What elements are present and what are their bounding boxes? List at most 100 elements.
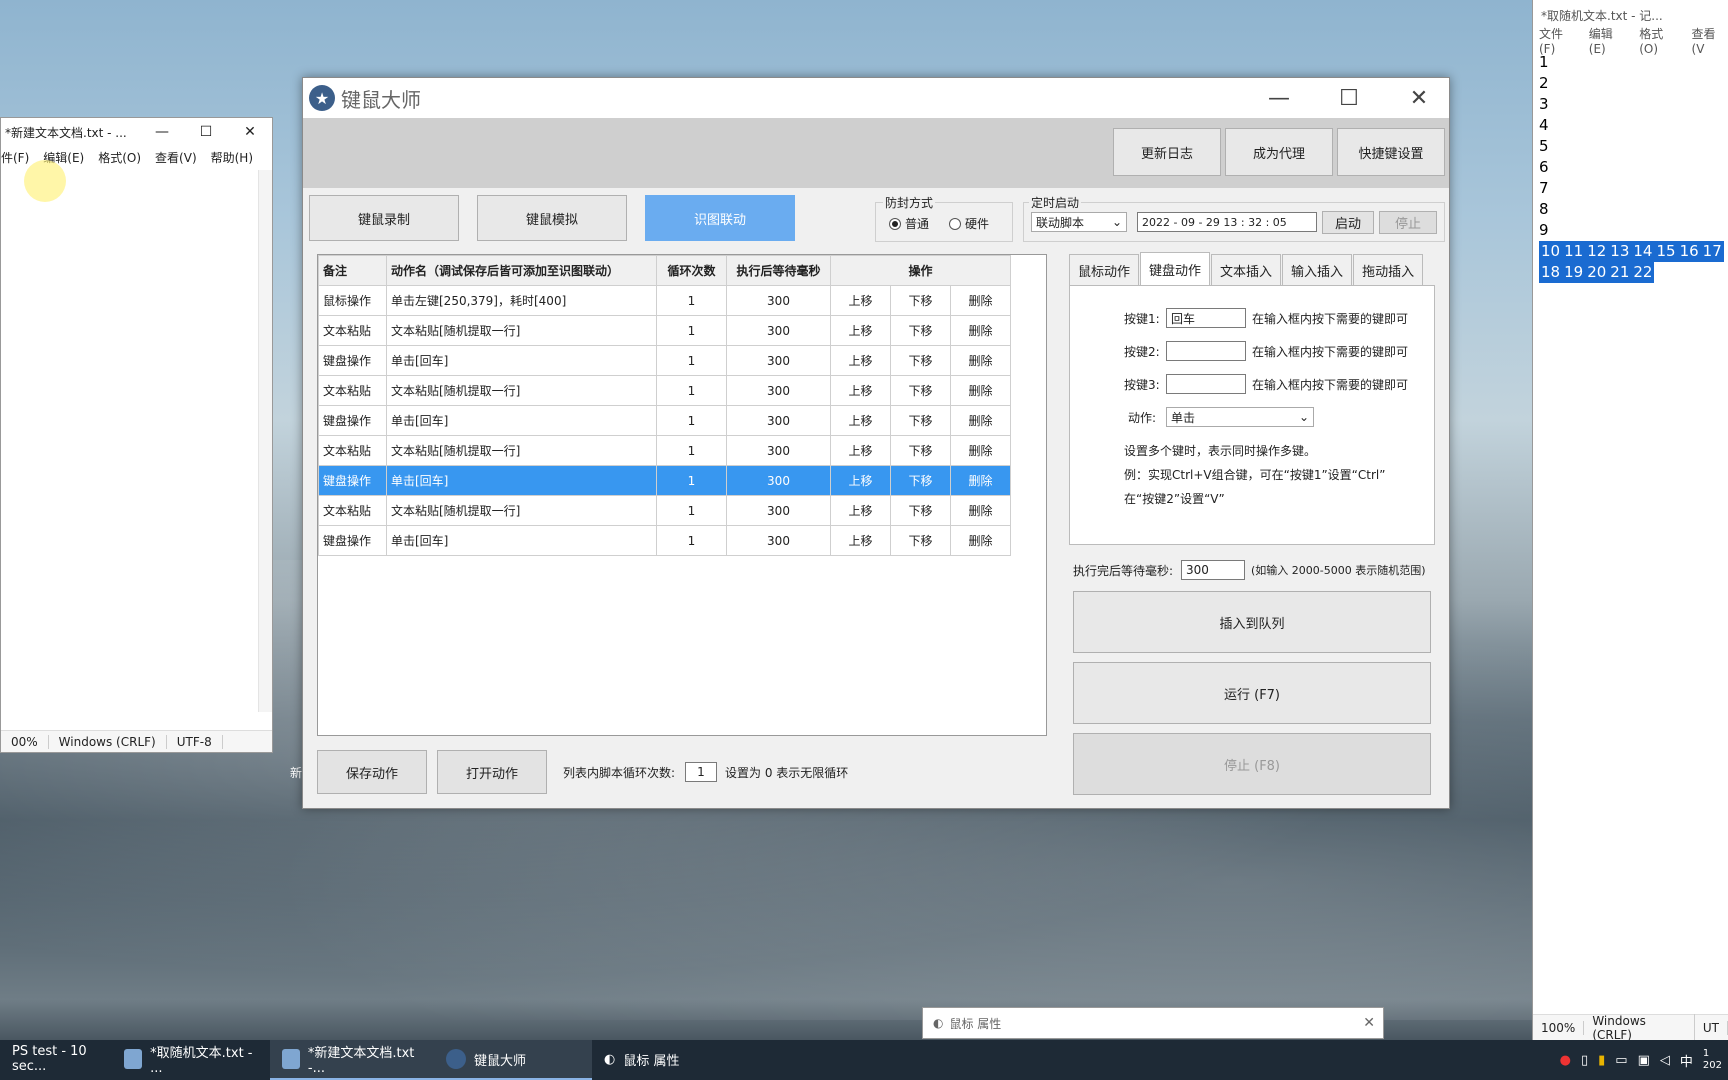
- move-down-button[interactable]: 下移: [890, 465, 951, 496]
- loop-count-input[interactable]: 1: [685, 762, 717, 782]
- delete-button[interactable]: 删除: [950, 345, 1011, 376]
- app-window[interactable]: ★ 键鼠大师 — ☐ ✕ 更新日志 成为代理 快捷键设置 键鼠录制 键鼠模拟 识…: [302, 77, 1450, 809]
- delete-button[interactable]: 删除: [950, 435, 1011, 466]
- move-up-button[interactable]: 上移: [830, 375, 891, 406]
- delete-button[interactable]: 删除: [950, 525, 1011, 556]
- mouse-properties-popup[interactable]: ◐ 鼠标 属性 ✕: [922, 1007, 1384, 1039]
- record-mode-button[interactable]: 键鼠录制: [309, 195, 459, 241]
- taskbar-item-mouse-properties[interactable]: ◐ 鼠标 属性: [592, 1040, 742, 1080]
- save-action-button[interactable]: 保存动作: [317, 750, 427, 794]
- datetime-input[interactable]: 2022 - 09 - 29 13 : 32 : 05: [1137, 212, 1317, 232]
- tab-3[interactable]: 输入插入: [1282, 254, 1353, 286]
- table-row[interactable]: 鼠标操作 单击左键[250,379]，耗时[400] 1 300 上移 下移 删除: [318, 285, 1011, 316]
- menu-format[interactable]: 格式(O): [98, 149, 141, 166]
- run-button[interactable]: 运行 (F7): [1073, 662, 1431, 724]
- maximize-icon[interactable]: ☐: [184, 124, 228, 140]
- taskbar-item-new-text[interactable]: *新建文本文档.txt -...: [270, 1040, 434, 1080]
- notepad-window-left[interactable]: *新建文本文档.txt - ... — ☐ ✕ 件(F) 编辑(E) 格式(O)…: [0, 117, 273, 753]
- vertical-scrollbar[interactable]: [258, 170, 272, 712]
- key1-input[interactable]: 回车: [1166, 308, 1246, 328]
- delete-button[interactable]: 删除: [950, 315, 1011, 346]
- battery-icon[interactable]: ▭: [1615, 1053, 1627, 1068]
- simulate-mode-button[interactable]: 键鼠模拟: [477, 195, 627, 241]
- menu-view[interactable]: 查看(V): [155, 149, 197, 166]
- tab-1[interactable]: 键盘动作: [1140, 252, 1211, 286]
- move-up-button[interactable]: 上移: [830, 525, 891, 556]
- move-up-button[interactable]: 上移: [830, 465, 891, 496]
- taskbar-item-ps-test[interactable]: PS test - 10 sec...: [0, 1040, 112, 1080]
- close-icon[interactable]: ✕: [1363, 1015, 1375, 1031]
- update-log-button[interactable]: 更新日志: [1113, 128, 1221, 176]
- folder-icon[interactable]: ▮: [1598, 1053, 1605, 1068]
- volume-icon[interactable]: ◁: [1660, 1053, 1670, 1068]
- table-row[interactable]: 文本粘贴 文本粘贴[随机提取一行] 1 300 上移 下移 删除: [318, 375, 1011, 406]
- timer-start-button[interactable]: 启动: [1322, 211, 1374, 234]
- hotkey-settings-button[interactable]: 快捷键设置: [1337, 128, 1445, 176]
- move-down-button[interactable]: 下移: [890, 525, 951, 556]
- menu-file[interactable]: 文件(F): [1539, 25, 1579, 56]
- script-select[interactable]: 联动脚本 ⌄: [1031, 212, 1127, 232]
- table-row[interactable]: 键盘操作 单击[回车] 1 300 上移 下移 删除: [318, 525, 1011, 556]
- menu-format[interactable]: 格式(O): [1639, 25, 1681, 56]
- minimize-icon[interactable]: —: [140, 124, 184, 140]
- delete-button[interactable]: 删除: [950, 465, 1011, 496]
- move-up-button[interactable]: 上移: [830, 435, 891, 466]
- move-down-button[interactable]: 下移: [890, 375, 951, 406]
- wait-input[interactable]: 300: [1181, 560, 1245, 580]
- become-agent-button[interactable]: 成为代理: [1225, 128, 1333, 176]
- table-row[interactable]: 键盘操作 单击[回车] 1 300 上移 下移 删除: [318, 345, 1011, 376]
- taskbar-item-random-text[interactable]: *取随机文本.txt - ...: [112, 1040, 270, 1080]
- close-icon[interactable]: ✕: [1389, 78, 1449, 118]
- delete-button[interactable]: 删除: [950, 405, 1011, 436]
- key3-input[interactable]: [1166, 374, 1246, 394]
- move-up-button[interactable]: 上移: [830, 315, 891, 346]
- move-down-button[interactable]: 下移: [890, 495, 951, 526]
- desktop-icon-label[interactable]: 新: [290, 764, 302, 781]
- tab-0[interactable]: 鼠标动作: [1069, 254, 1140, 286]
- notepad-right-editor[interactable]: 1 2 3 4 5 6 7 8 9 10 11 12 13 14 15 16 1718 19 20 21 22: [1539, 52, 1728, 283]
- notepad-left-editor[interactable]: [1, 170, 258, 730]
- network-icon[interactable]: ▣: [1638, 1053, 1650, 1068]
- menu-view[interactable]: 查看(V: [1692, 25, 1728, 56]
- image-link-mode-button[interactable]: 识图联动: [645, 195, 795, 241]
- key2-input[interactable]: [1166, 341, 1246, 361]
- notepad-window-right[interactable]: *取随机文本.txt - 记... 文件(F) 编辑(E) 格式(O) 查看(V…: [1532, 0, 1728, 1042]
- table-row[interactable]: 键盘操作 单击[回车] 1 300 上移 下移 删除: [318, 465, 1011, 496]
- tab-4[interactable]: 拖动插入: [1353, 254, 1424, 286]
- table-row[interactable]: 键盘操作 单击[回车] 1 300 上移 下移 删除: [318, 405, 1011, 436]
- minimize-icon[interactable]: —: [1249, 78, 1309, 118]
- move-up-button[interactable]: 上移: [830, 495, 891, 526]
- delete-button[interactable]: 删除: [950, 375, 1011, 406]
- move-up-button[interactable]: 上移: [830, 285, 891, 316]
- move-down-button[interactable]: 下移: [890, 345, 951, 376]
- open-action-button[interactable]: 打开动作: [437, 750, 547, 794]
- ime-indicator[interactable]: 中: [1680, 1051, 1693, 1070]
- stop-button[interactable]: 停止 (F8): [1073, 733, 1431, 795]
- delete-button[interactable]: 删除: [950, 495, 1011, 526]
- radio-hardware[interactable]: 硬件: [949, 215, 989, 232]
- action-select[interactable]: 单击 ⌄: [1166, 407, 1314, 427]
- delete-button[interactable]: 删除: [950, 285, 1011, 316]
- maximize-icon[interactable]: ☐: [1319, 78, 1379, 118]
- move-down-button[interactable]: 下移: [890, 435, 951, 466]
- menu-file[interactable]: 件(F): [1, 149, 29, 166]
- move-up-button[interactable]: 上移: [830, 405, 891, 436]
- record-icon[interactable]: ●: [1560, 1053, 1571, 1068]
- table-row[interactable]: 文本粘贴 文本粘贴[随机提取一行] 1 300 上移 下移 删除: [318, 435, 1011, 466]
- menu-help[interactable]: 帮助(H): [211, 149, 253, 166]
- close-icon[interactable]: ✕: [228, 124, 272, 140]
- insert-queue-button[interactable]: 插入到队列: [1073, 591, 1431, 653]
- notepad-left-titlebar[interactable]: *新建文本文档.txt - ... — ☐ ✕: [1, 118, 272, 146]
- taskbar-item-keymouse[interactable]: 键鼠大师: [434, 1040, 592, 1080]
- menu-edit[interactable]: 编辑(E): [1589, 25, 1629, 56]
- table-row[interactable]: 文本粘贴 文本粘贴[随机提取一行] 1 300 上移 下移 删除: [318, 315, 1011, 346]
- app-titlebar[interactable]: ★ 键鼠大师 — ☐ ✕: [303, 78, 1449, 118]
- usb-icon[interactable]: ▯: [1581, 1053, 1588, 1068]
- move-down-button[interactable]: 下移: [890, 405, 951, 436]
- move-down-button[interactable]: 下移: [890, 285, 951, 316]
- table-row[interactable]: 文本粘贴 文本粘贴[随机提取一行] 1 300 上移 下移 删除: [318, 495, 1011, 526]
- move-up-button[interactable]: 上移: [830, 345, 891, 376]
- clock[interactable]: 1 202: [1703, 1048, 1722, 1072]
- radio-normal[interactable]: 普通: [889, 215, 929, 232]
- timer-stop-button[interactable]: 停止: [1379, 211, 1437, 234]
